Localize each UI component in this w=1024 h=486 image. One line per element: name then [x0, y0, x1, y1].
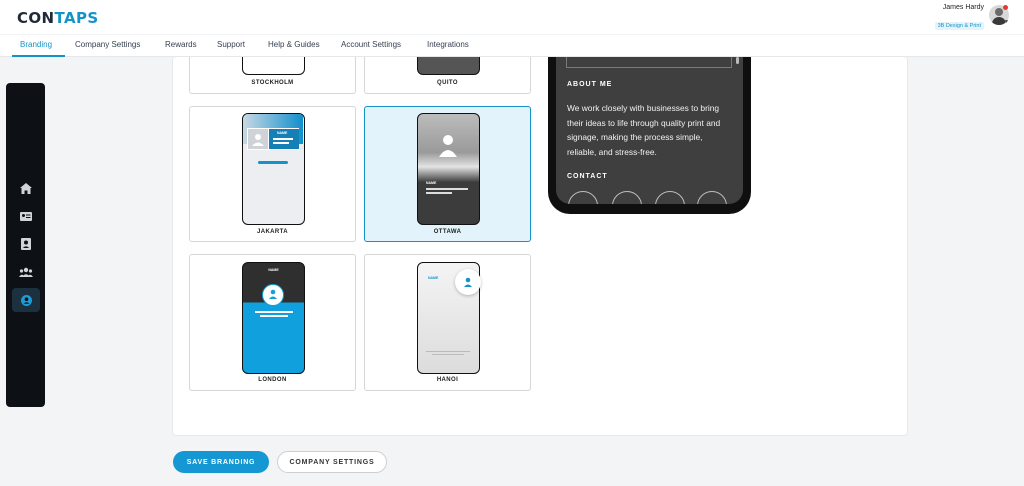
template-stockholm[interactable]: STOCKHOLM: [189, 57, 356, 94]
save-branding-button[interactable]: SAVE BRANDING: [173, 451, 269, 473]
contact-heading: CONTACT: [567, 173, 608, 180]
template-phone-thumbnail: [242, 57, 305, 75]
contact-book-icon[interactable]: [12, 232, 40, 256]
template-ottawa[interactable]: NAME OTTAWA: [364, 106, 531, 242]
team-icon[interactable]: [12, 260, 40, 284]
template-label: JAKARTA: [256, 229, 289, 235]
template-quito[interactable]: QUITO: [364, 57, 531, 94]
active-tab-indicator: [12, 55, 65, 57]
logo-text-part1: CON: [17, 9, 55, 27]
template-label: HANOI: [436, 377, 459, 383]
template-phone-thumbnail: NAME: [242, 113, 305, 225]
notification-dot: [1003, 5, 1008, 10]
side-navigation: [6, 83, 45, 407]
template-phone-thumbnail: NAME: [242, 262, 305, 374]
id-card-icon[interactable]: [12, 204, 40, 228]
avatar-badge: [455, 269, 481, 295]
template-phone-thumbnail: [417, 57, 480, 75]
mini-name-text: NAME: [426, 181, 437, 185]
user-company-badge: 3B Design & Print: [934, 22, 984, 30]
logo-text-part2: TAPS: [54, 9, 99, 27]
tab-rewards[interactable]: Rewards: [165, 40, 197, 49]
mini-name-text: NAME: [277, 131, 288, 135]
about-text: We work closely with businesses to bring…: [567, 103, 721, 157]
phone-preview: ABOUT ME We work closely with businesses…: [548, 57, 751, 214]
template-label: LONDON: [258, 377, 287, 383]
template-phone-thumbnail: NAME: [417, 113, 480, 225]
user-profile-icon[interactable]: [12, 288, 40, 312]
home-icon[interactable]: [12, 176, 40, 200]
template-label: QUITO: [437, 80, 458, 86]
tab-account-settings[interactable]: Account Settings: [341, 40, 401, 49]
user-menu[interactable]: James Hardy 3B Design & Print: [934, 4, 984, 32]
template-london[interactable]: NAME LONDON: [189, 254, 356, 391]
phone-preview-screen[interactable]: ABOUT ME We work closely with businesses…: [556, 57, 743, 204]
template-jakarta[interactable]: NAME JAKARTA: [189, 106, 356, 242]
about-heading: ABOUT ME: [567, 81, 613, 88]
top-bar: CONTAPS James Hardy 3B Design & Print ▾: [0, 0, 1024, 34]
template-label: STOCKHOLM: [251, 80, 294, 86]
user-name: James Hardy: [942, 4, 984, 11]
email-icon[interactable]: [568, 191, 598, 204]
template-hanoi[interactable]: NAME HANOI: [364, 254, 531, 391]
company-settings-button[interactable]: COMPANY SETTINGS: [277, 451, 387, 473]
chevron-down-icon[interactable]: ▾: [1005, 18, 1008, 25]
tab-help-guides[interactable]: Help & Guides: [268, 40, 320, 49]
template-label: OTTAWA: [433, 229, 462, 235]
mini-name-text: NAME: [268, 268, 279, 272]
tab-integrations[interactable]: Integrations: [427, 40, 469, 49]
preview-scrollbar[interactable]: [736, 57, 739, 64]
tab-branding[interactable]: Branding: [20, 40, 52, 49]
mobile-icon[interactable]: [655, 191, 685, 204]
tab-company-settings[interactable]: Company Settings: [75, 40, 140, 49]
contaps-logo[interactable]: CONTAPS: [17, 9, 99, 27]
preview-field: [566, 57, 732, 68]
tab-support[interactable]: Support: [217, 40, 245, 49]
mini-name-text: NAME: [428, 276, 439, 280]
tab-bar: Branding Company Settings Rewards Suppor…: [0, 35, 1024, 57]
website-icon[interactable]: [697, 191, 727, 204]
phone-icon[interactable]: [612, 191, 642, 204]
